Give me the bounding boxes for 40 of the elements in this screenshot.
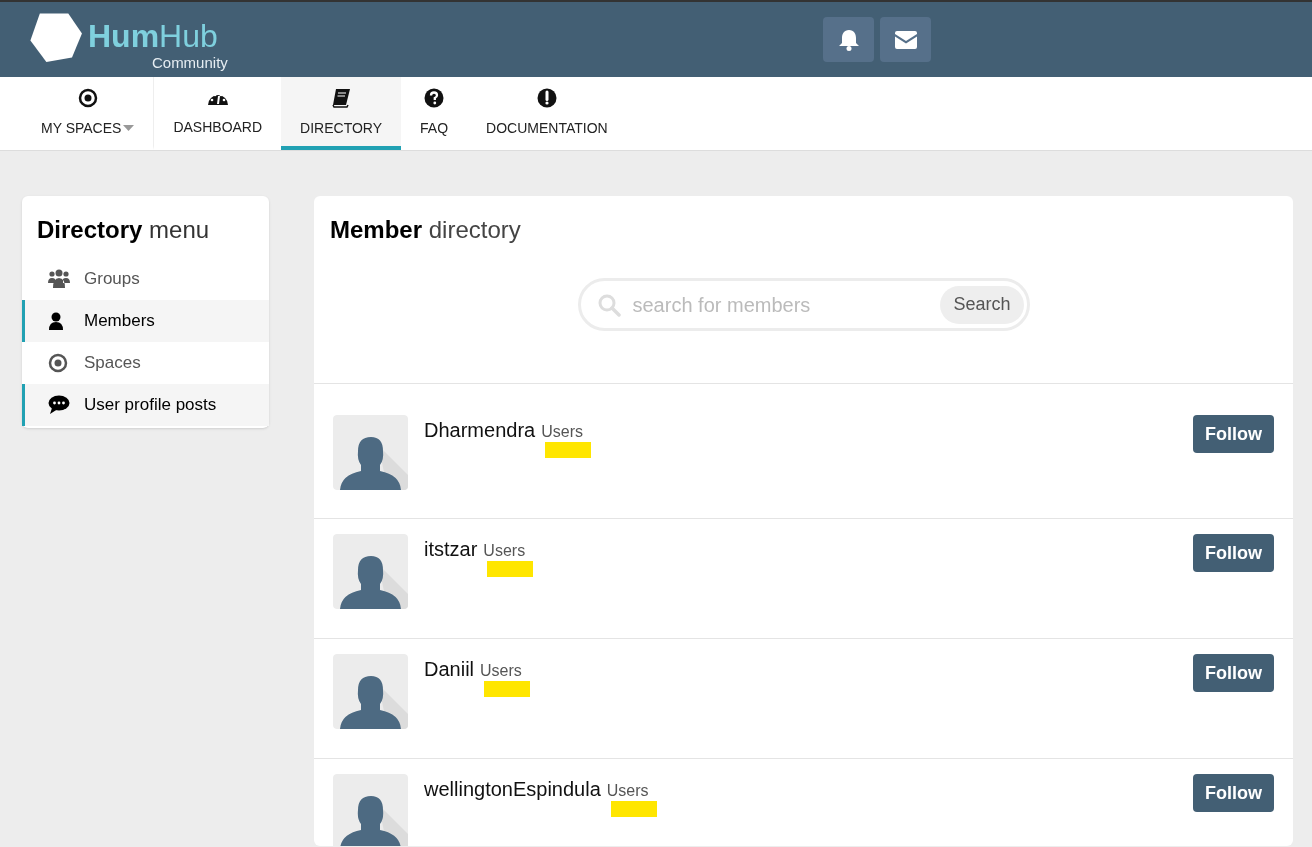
users-icon — [48, 269, 70, 289]
exclamation-icon — [536, 88, 557, 108]
nav-tab[interactable]: DIRECTORY — [281, 77, 402, 150]
question-icon — [424, 88, 445, 108]
logo-text: HumHub — [88, 19, 218, 52]
notifications-button[interactable] — [823, 17, 874, 62]
search-icon — [596, 292, 621, 317]
follow-button[interactable]: Follow — [1193, 774, 1274, 812]
nav-tab[interactable]: DOCUMENTATION — [467, 77, 627, 150]
group-label: Users — [606, 779, 649, 803]
sidebar-item[interactable]: Members — [22, 300, 269, 342]
member-name[interactable]: Daniil — [424, 654, 475, 684]
directory-title: Member directory — [329, 215, 522, 245]
search-button[interactable]: Search — [940, 285, 1024, 324]
sidebar-title: Directory menu — [36, 215, 211, 245]
user-icon — [48, 312, 64, 330]
logo-subtitle: Community — [151, 52, 228, 73]
comment-icon — [48, 395, 70, 415]
messages-button[interactable] — [880, 17, 931, 62]
follow-button[interactable]: Follow — [1193, 415, 1274, 453]
book-icon — [331, 88, 352, 108]
member-name[interactable]: Dharmendra — [424, 415, 536, 445]
group-label: Users — [480, 659, 522, 683]
nav-tab[interactable]: DASHBOARD — [154, 77, 282, 150]
target-icon — [48, 353, 68, 373]
member-name[interactable]: wellingtonEspindula — [424, 774, 601, 804]
sidebar-item[interactable]: Spaces — [22, 342, 269, 384]
search-field[interactable]: search for members Search — [577, 278, 1030, 331]
sidebar-item[interactable]: Groups — [22, 258, 269, 300]
envelope-icon — [894, 30, 917, 49]
target-icon — [77, 88, 98, 108]
nav-tab[interactable]: MY SPACES — [22, 77, 155, 150]
group-label: Users — [541, 420, 583, 444]
nav-tab[interactable]: FAQ — [401, 77, 468, 150]
follow-button[interactable]: Follow — [1193, 534, 1274, 572]
bell-icon — [838, 28, 859, 51]
member-name[interactable]: itstzar — [424, 534, 478, 564]
group-label: Users — [483, 539, 526, 563]
follow-button[interactable]: Follow — [1193, 654, 1274, 692]
sidebar-item[interactable]: User profile posts — [22, 384, 269, 426]
